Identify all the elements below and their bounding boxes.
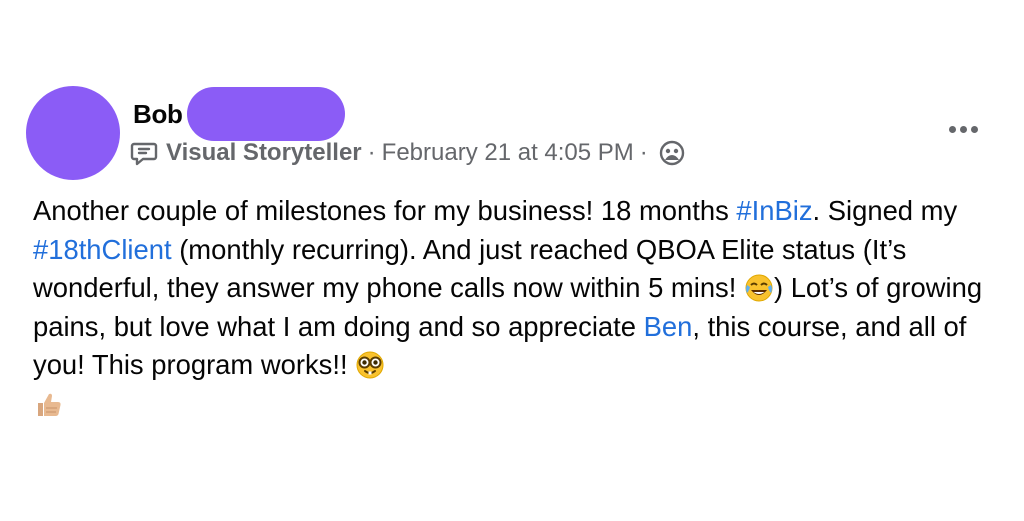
avatar[interactable] <box>26 86 120 180</box>
more-options-icon[interactable] <box>940 114 986 144</box>
post-text: . Signed my <box>812 195 958 226</box>
meta-separator: · <box>367 139 376 166</box>
post-body: Another couple of milestones for my busi… <box>33 192 993 423</box>
nerd-face-emoji <box>355 350 385 380</box>
meta-separator: · <box>639 139 648 166</box>
hashtag-inbiz[interactable]: #InBiz <box>736 195 812 226</box>
thumbs-up-emoji <box>33 389 63 419</box>
post-timestamp[interactable]: February 21 at 4:05 PM <box>382 139 634 167</box>
redaction-block <box>186 87 345 141</box>
hashtag-18thclient[interactable]: #18thClient <box>33 234 172 265</box>
crying-laughing-emoji <box>744 273 774 303</box>
chat-bubble-icon <box>130 139 158 167</box>
post-meta: Visual Storyteller · February 21 at 4:05… <box>130 137 686 169</box>
group-icon[interactable] <box>658 139 686 167</box>
post-card: Bob Visual Storyteller · February 21 at … <box>0 0 1024 521</box>
badge-label[interactable]: Visual Storyteller <box>166 139 362 167</box>
author-row: Bob <box>133 87 345 141</box>
post-text: Another couple of milestones for my busi… <box>33 195 737 226</box>
mention-ben[interactable]: Ben <box>644 311 693 342</box>
author-name[interactable]: Bob <box>133 99 183 130</box>
